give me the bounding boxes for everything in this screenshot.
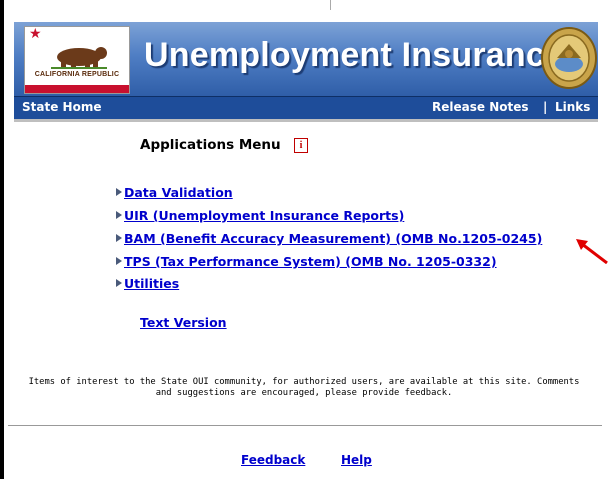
california-flag-logo: ★ CALIFORNIA REPUBLIC	[24, 26, 130, 94]
menu-item-link[interactable]: UIR (Unemployment Insurance Reports)	[124, 208, 404, 223]
feedback-link[interactable]: Feedback	[241, 453, 305, 467]
info-icon[interactable]: i	[294, 138, 308, 153]
triangle-right-icon	[116, 278, 122, 287]
triangle-right-icon	[116, 210, 122, 219]
menu-item-link[interactable]: BAM (Benefit Accuracy Measurement) (OMB …	[124, 231, 542, 246]
links-link[interactable]: Links	[555, 100, 590, 114]
menu-item-utilities[interactable]: Utilities	[116, 273, 179, 291]
menu-item-link[interactable]: Data Validation	[124, 185, 233, 200]
red-arrow-icon	[576, 239, 608, 264]
nav-separator: |	[543, 100, 548, 114]
nav-bar: State Home Release Notes | Links	[14, 96, 598, 122]
star-icon: ★	[29, 26, 42, 42]
triangle-right-icon	[116, 256, 122, 265]
page-title: Unemployment Insurance	[144, 36, 565, 74]
info-note: Items of interest to the State OUI commu…	[0, 377, 608, 399]
menu-item-bam[interactable]: BAM (Benefit Accuracy Measurement) (OMB …	[116, 228, 542, 246]
california-seal-icon	[541, 27, 597, 89]
state-home-link[interactable]: State Home	[22, 100, 101, 114]
menu-item-data-validation[interactable]: Data Validation	[116, 182, 233, 200]
menu-item-uir[interactable]: UIR (Unemployment Insurance Reports)	[116, 205, 404, 223]
applications-menu-title: Applications Menu	[140, 137, 281, 153]
info-note-line2: and suggestions are encouraged, please p…	[155, 388, 453, 398]
window-left-border	[0, 0, 4, 479]
menu-item-tps[interactable]: TPS (Tax Performance System) (OMB No. 12…	[116, 251, 497, 269]
triangle-right-icon	[116, 187, 122, 196]
info-note-line1: Items of interest to the State OUI commu…	[28, 377, 580, 387]
nav-shadow	[14, 119, 598, 122]
flag-text: CALIFORNIA REPUBLIC	[34, 71, 120, 78]
flag-stripe	[25, 85, 129, 93]
menu-item-link[interactable]: Utilities	[124, 276, 179, 291]
header-banner: ★ CALIFORNIA REPUBLIC Unemployment Insur…	[14, 22, 598, 97]
bear-icon	[51, 47, 107, 69]
triangle-right-icon	[116, 233, 122, 242]
menu-item-link[interactable]: TPS (Tax Performance System) (OMB No. 12…	[124, 254, 497, 269]
footer-divider	[8, 425, 602, 426]
text-version-link[interactable]: Text Version	[140, 315, 227, 330]
top-divider	[330, 0, 331, 10]
release-notes-link[interactable]: Release Notes	[432, 100, 529, 114]
help-link[interactable]: Help	[341, 453, 372, 467]
